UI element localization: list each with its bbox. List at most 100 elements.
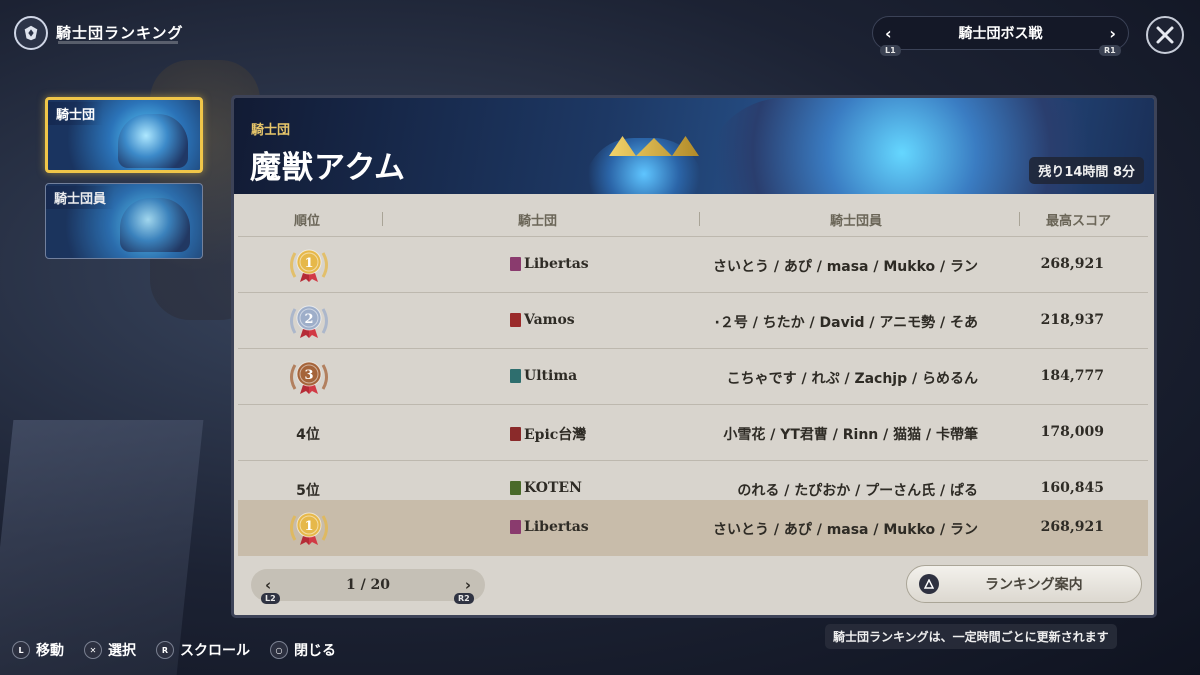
guild-flag-icon [510,257,521,271]
guild-cell: KOTEN [510,480,582,496]
column-divider [382,212,383,226]
gold-medal-graphic: 1 [290,512,328,545]
boss-name: 魔獣アクム [250,150,406,186]
rank-label: 5位 [296,483,320,499]
time-remaining: 残り14時間 8分 [1029,157,1144,184]
table-row[interactable]: 4位 Epic台灣 小雪花 / YT君曹 / Rinn / 猫猫 / 卡帶筆 178,… [238,404,1148,460]
page-title: 騎士団ランキング [56,24,184,42]
member-list: ·２号 / ちたか / David / アニモ勢 / そあ [714,315,979,331]
l2-button-hint: L2 [261,593,280,604]
chevron-right-icon[interactable]: › [1109,24,1116,43]
boss-banner: 騎士団 魔獣アクム 残り14時間 8分 [234,98,1154,194]
guild-name: Libertas [524,519,589,535]
triangle-icon [919,574,939,594]
gold-medal-icon: 1 [286,247,332,283]
rank-label: 4位 [296,427,320,443]
boss-art-gold [609,136,699,156]
tab-guild[interactable]: 騎士団 [45,97,203,173]
guild-flag-icon [510,427,521,441]
update-notice: 騎士団ランキングは、一定時間ごとに更新されます [825,624,1117,649]
column-rank: 順位 [294,214,321,229]
banner-subtitle: 騎士団 [251,123,291,138]
page-indicator: 1 / 20 [345,577,391,593]
column-divider [1019,212,1020,226]
controller-button-icon: ○ [270,641,288,659]
gold-medal-icon: 1 [286,510,332,546]
title-decoration [58,41,178,44]
controller-button-icon: ✕ [84,641,102,659]
tab-guild-members[interactable]: 騎士団員 [45,183,203,259]
ranking-panel: 騎士団 魔獣アクム 残り14時間 8分 順位 騎士団 騎士団員 最高スコア 1 … [231,95,1157,618]
control-hint-label: スクロール [180,643,250,659]
control-hints: L 移動 ✕ 選択 R スクロール ○ 閉じる [12,640,350,660]
medal-rank-number: 1 [304,519,313,534]
guild-cell: Vamos [510,312,575,328]
r1-button-hint: R1 [1099,45,1121,56]
control-hint-label: 閉じる [294,643,336,659]
tab-guild-label: 騎士団 [48,102,104,125]
tab-guild-members-label: 騎士団員 [46,186,115,209]
guild-flag-icon [510,313,521,327]
column-guild: 騎士団 [518,214,558,229]
best-score: 160,845 [1040,480,1104,496]
guild-flag-icon [510,520,521,534]
member-list: さいとう / あぴ / masa / Mukko / ラン [712,259,978,275]
medal-rank-number: 1 [304,256,313,271]
best-score: 268,921 [1040,519,1104,535]
column-divider [699,212,700,226]
close-icon [1156,26,1174,44]
silver-medal-icon: 2 [286,303,332,339]
guild-name: Epic台灣 [524,427,587,443]
column-members: 騎士団員 [830,214,883,229]
best-score: 218,937 [1040,312,1104,328]
best-score: 268,921 [1040,256,1104,272]
table-header: 順位 騎士団 騎士団員 最高スコア [234,198,1154,236]
chevron-right-icon[interactable]: › [465,576,471,594]
medal-rank-number: 2 [304,312,313,327]
close-button[interactable] [1146,16,1184,54]
guild-name: Libertas [524,256,589,272]
chevron-left-icon[interactable]: ‹ [885,24,892,43]
chevron-left-icon[interactable]: ‹ [265,576,271,594]
bronze-medal-icon: 3 [286,359,332,395]
guild-name: Ultima [524,368,578,384]
medal-rank-number: 3 [304,368,313,383]
ranking-guide-label: ランキング案内 [985,577,1083,593]
mode-selector[interactable]: ‹ 騎士団ボス戦 › [872,16,1129,50]
guild-flag-icon [510,369,521,383]
my-guild-row[interactable]: 1 Libertas さいとう / あぴ / masa / Mukko / ラン 2… [238,500,1148,556]
guild-cell: Ultima [510,368,577,384]
control-hint-label: 選択 [108,643,136,659]
table-row[interactable]: 3 Ultima こちゃです / れぷ / Zachjp / らめるん 184,77… [238,348,1148,404]
pagination: ‹ 1 / 20 › [251,569,485,601]
guild-cell: Libertas [510,519,589,535]
boss-thumbnail [120,198,190,252]
r2-button-hint: R2 [454,593,474,604]
best-score: 178,009 [1040,424,1104,440]
boss-thumbnail [118,114,188,168]
member-list: のれる / たぴおか / プーさん氏 / ぱる [737,483,978,499]
guild-flag-icon [510,481,521,495]
column-score: 最高スコア [1046,214,1112,229]
table-row[interactable]: 2 Vamos ·２号 / ちたか / David / アニモ勢 / そあ 218,… [238,292,1148,348]
silver-medal-graphic: 2 [290,305,328,338]
control-hint-label: 移動 [36,643,64,659]
member-list: こちゃです / れぷ / Zachjp / らめるん [726,371,978,387]
guild-cell: Libertas [510,256,589,272]
bronze-medal-graphic: 3 [290,361,328,394]
guild-cell: Epic台灣 [510,424,586,444]
controller-button-icon: L [12,641,30,659]
member-list: 小雪花 / YT君曹 / Rinn / 猫猫 / 卡帶筆 [723,427,978,443]
table-row[interactable]: 1 Libertas さいとう / あぴ / masa / Mukko / ラン 2… [238,236,1148,292]
background-paper [0,420,204,675]
gold-medal-graphic: 1 [290,249,328,282]
guild-name: KOTEN [524,480,582,496]
ranking-emblem-icon [14,16,48,50]
l1-button-hint: L1 [880,45,901,56]
member-list: さいとう / あぴ / masa / Mukko / ラン [712,522,978,538]
ranking-guide-button[interactable]: ランキング案内 [906,565,1142,603]
controller-button-icon: R [156,641,174,659]
guild-name: Vamos [524,312,575,328]
mode-label: 騎士団ボス戦 [958,26,1043,42]
best-score: 184,777 [1040,368,1104,384]
